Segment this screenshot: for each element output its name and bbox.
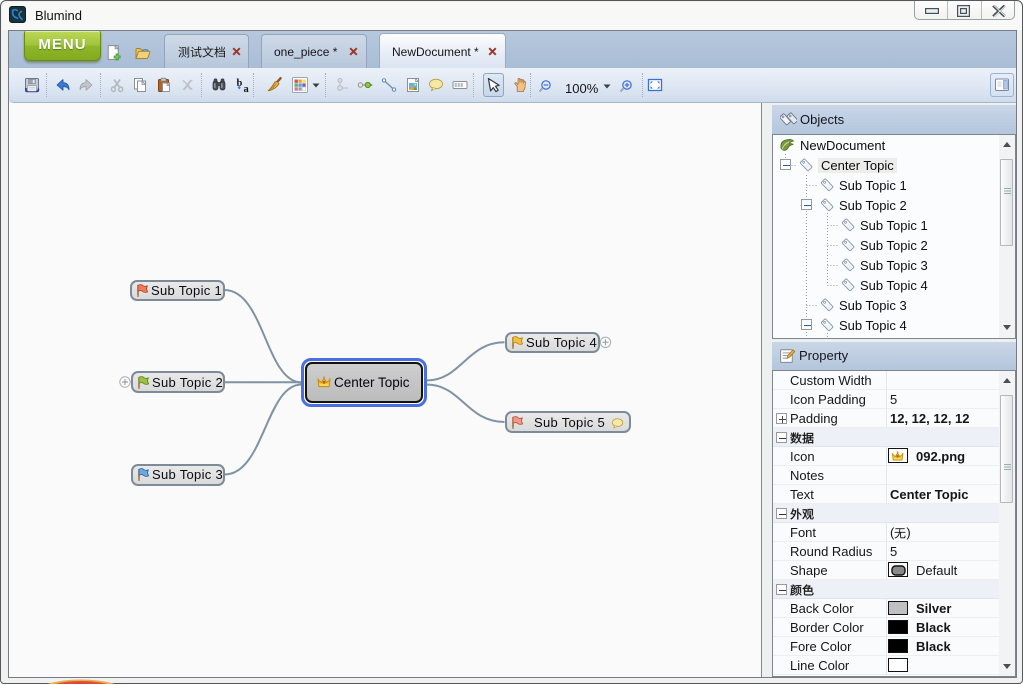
svg-text:a: a <box>244 84 250 93</box>
